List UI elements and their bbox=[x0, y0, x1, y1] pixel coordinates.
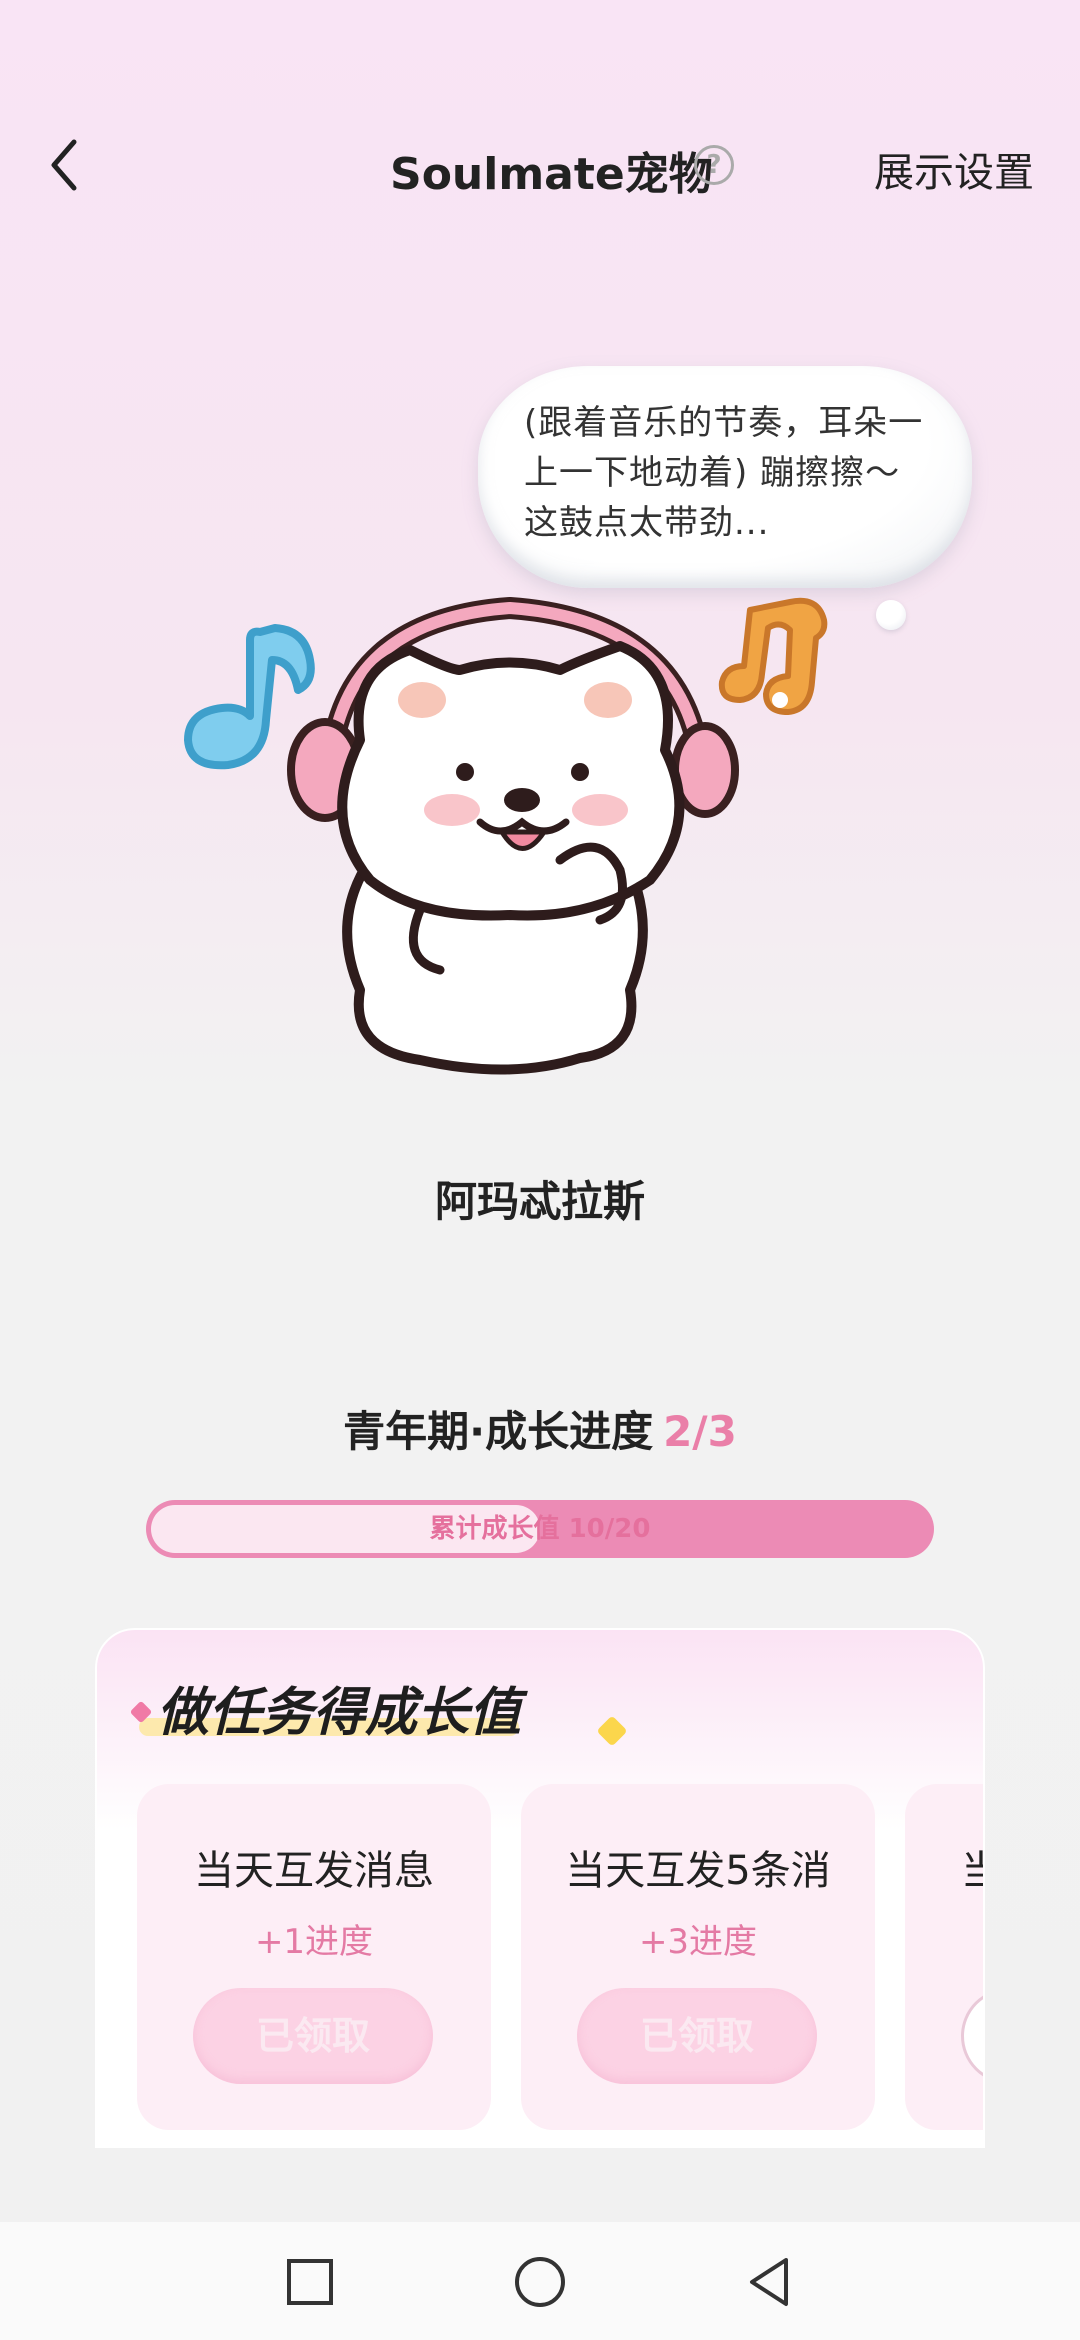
square-icon[interactable] bbox=[280, 2252, 340, 2312]
speech-text: (跟着音乐的节奏，耳朵一上一下地动着) 蹦擦擦～这鼓点太带劲... bbox=[524, 403, 924, 543]
claimed-button[interactable]: 已领取 bbox=[577, 1988, 817, 2084]
growth-progress-bar: 累计成长值 10/20 bbox=[146, 1500, 934, 1558]
system-nav-bar bbox=[0, 2222, 1080, 2340]
pet-page: Soulmate宠物 ? 展示设置 (跟着音乐的节奏，耳朵一上一下地动着) 蹦擦… bbox=[0, 0, 1080, 2340]
task-title: 当天互发消息 bbox=[194, 1848, 434, 1894]
growth-stage: 青年期·成长进度 2/3 bbox=[0, 1398, 1080, 1459]
task-title: 当 bbox=[961, 1838, 983, 1896]
task-panel-header: 做任务得成长值 bbox=[129, 1670, 628, 1750]
task-card-partial[interactable]: 当 bbox=[905, 1784, 983, 2130]
task-panel: 做任务得成长值 当天互发消息 +1进度 已领取 当天互发5条消 +3进度 已领取… bbox=[95, 1628, 985, 2148]
circle-icon[interactable] bbox=[510, 2252, 570, 2312]
pet-name: 阿玛忒拉斯 bbox=[434, 1177, 645, 1226]
chevron-left-icon bbox=[51, 139, 77, 191]
task-panel-title: 做任务得成长值 bbox=[157, 1683, 522, 1743]
question-circle-icon[interactable]: ? bbox=[694, 145, 734, 185]
growth-stage-progress: 2/3 bbox=[663, 1407, 737, 1456]
growth-stage-label: 青年期·成长进度 bbox=[343, 1407, 654, 1456]
task-title: 当天互发5条消 bbox=[565, 1848, 831, 1894]
task-button[interactable] bbox=[961, 1988, 983, 2084]
task-card[interactable]: 当天互发消息 +1进度 已领取 bbox=[137, 1784, 491, 2130]
pet-illustration[interactable] bbox=[160, 560, 920, 1080]
page-title: Soulmate宠物 bbox=[390, 149, 713, 200]
display-settings-button[interactable]: 展示设置 bbox=[874, 140, 1034, 198]
back-button[interactable] bbox=[40, 130, 100, 200]
header: Soulmate宠物 ? 展示设置 bbox=[0, 110, 1080, 220]
task-reward: +3进度 bbox=[638, 1922, 758, 1962]
triangle-back-icon[interactable] bbox=[740, 2252, 800, 2312]
speech-bubble: (跟着音乐的节奏，耳朵一上一下地动着) 蹦擦擦～这鼓点太带劲... bbox=[478, 366, 972, 588]
progress-label: 累计成长值 10/20 bbox=[429, 1514, 651, 1544]
claimed-button[interactable]: 已领取 bbox=[193, 1988, 433, 2084]
sparkle-icon bbox=[596, 1715, 628, 1747]
task-card[interactable]: 当天互发5条消 +3进度 已领取 bbox=[521, 1784, 875, 2130]
task-reward: +1进度 bbox=[254, 1922, 374, 1962]
orange-music-note-icon bbox=[718, 597, 828, 715]
